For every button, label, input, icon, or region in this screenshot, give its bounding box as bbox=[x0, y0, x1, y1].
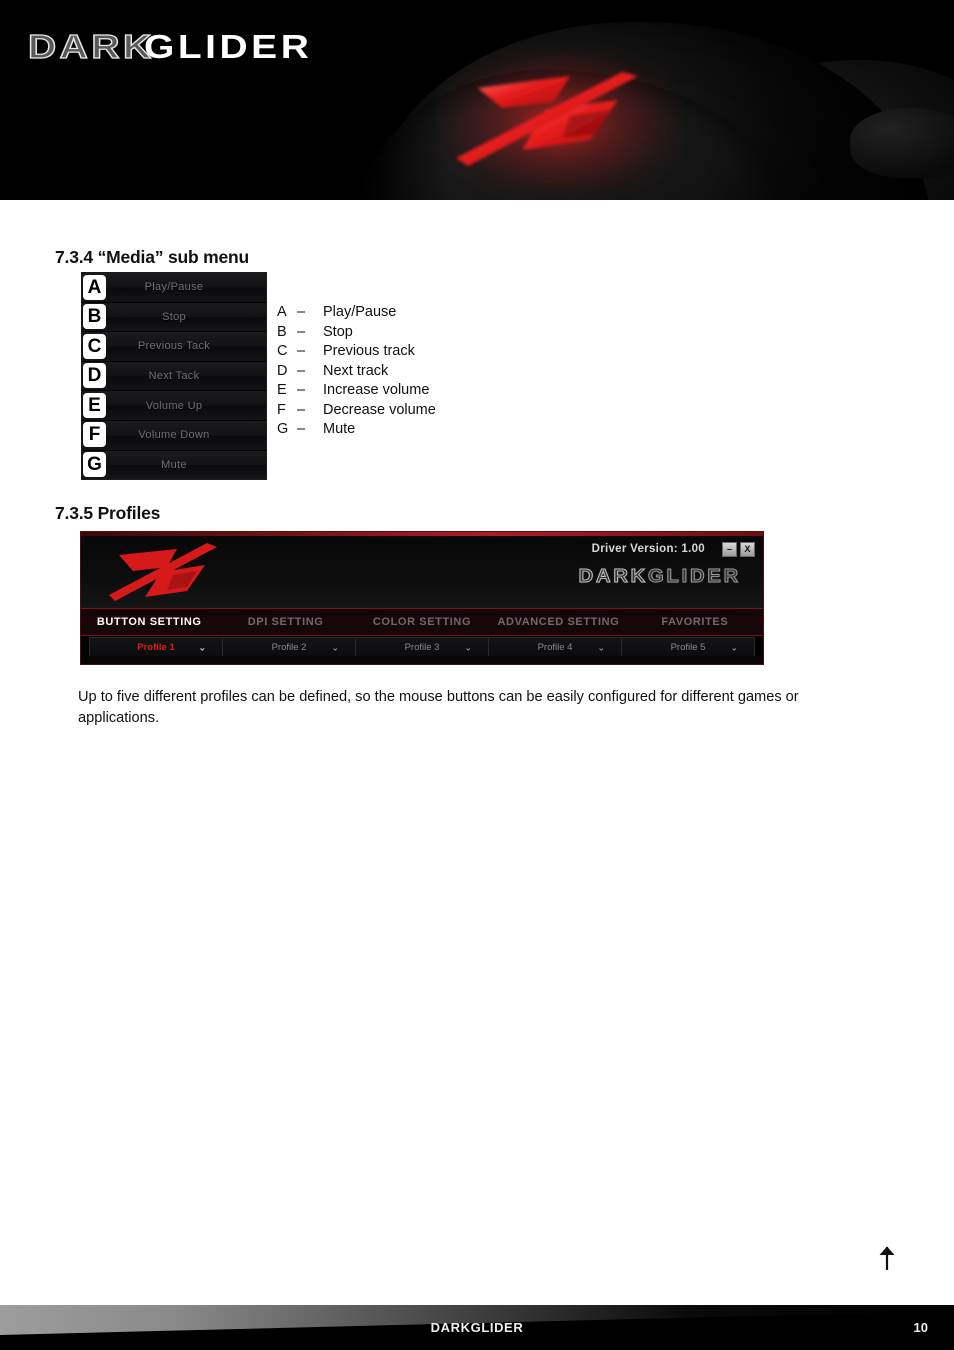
legend-item: A – Play/Pause bbox=[277, 303, 436, 323]
profile-label-1: Profile 1 bbox=[137, 642, 175, 653]
legend-item: F – Decrease volume bbox=[277, 401, 436, 421]
legend-text: Previous track bbox=[323, 343, 415, 359]
legend-dash: – bbox=[297, 323, 306, 340]
tab-dpi-setting[interactable]: DPI SETTING bbox=[217, 616, 353, 628]
legend-item: B – Stop bbox=[277, 323, 436, 343]
media-menu-item-e[interactable]: E Volume Up bbox=[82, 391, 266, 421]
window-header: Driver Version: 1.00 – X DARKGLIDER bbox=[81, 536, 763, 608]
profile-label-5: Profile 5 bbox=[670, 642, 706, 653]
media-menu-item-f[interactable]: F Volume Down bbox=[82, 420, 266, 451]
legend-letter: B bbox=[277, 323, 287, 340]
media-item-label-b: Stop bbox=[162, 310, 186, 323]
profile-selector-1[interactable]: Profile 1 ⌄ bbox=[89, 637, 222, 658]
up-arrow-icon[interactable] bbox=[876, 1245, 898, 1271]
media-item-label-a: Play/Pause bbox=[144, 281, 204, 294]
profile-selector-4[interactable]: Profile 4 ⌄ bbox=[488, 637, 621, 658]
window-tab-bar: BUTTON SETTING DPI SETTING COLOR SETTING… bbox=[81, 608, 763, 636]
media-menu-item-a[interactable]: A Play/Pause bbox=[82, 273, 266, 303]
media-menu-item-d[interactable]: D Next Tack bbox=[82, 361, 266, 392]
brand-logo-glider: GLIDER bbox=[144, 28, 313, 65]
legend-item: D – Next track bbox=[277, 362, 436, 382]
legend-dash: – bbox=[297, 421, 306, 437]
page-footer: DARKGLIDER 10 bbox=[0, 1305, 954, 1350]
legend-item: C – Previous track bbox=[277, 342, 436, 362]
window-bottom-edge bbox=[81, 656, 763, 664]
chevron-down-icon[interactable]: ⌄ bbox=[331, 642, 339, 653]
badge-label-d: D bbox=[83, 363, 106, 389]
profile-selector-bar: Profile 1 ⌄ Profile 2 ⌄ Profile 3 ⌄ Prof… bbox=[81, 637, 763, 658]
z-logo-icon bbox=[456, 72, 638, 166]
profile-label-4: Profile 4 bbox=[537, 642, 573, 653]
legend-letter: E bbox=[277, 382, 287, 398]
tab-button-setting[interactable]: BUTTON SETTING bbox=[81, 616, 217, 628]
legend-letter: C bbox=[277, 343, 288, 359]
media-submenu-mock: A Play/Pause B Stop C Previous Tack D Ne… bbox=[81, 272, 267, 481]
legend-text: Increase volume bbox=[323, 382, 430, 398]
legend-dash: – bbox=[297, 343, 306, 359]
window-brand-dark: DARK bbox=[578, 566, 649, 587]
legend-letter: D bbox=[277, 362, 288, 379]
badge-label-c: C bbox=[83, 333, 106, 359]
legend-dash: – bbox=[297, 304, 306, 320]
tab-favorites[interactable]: FAVORITES bbox=[627, 616, 763, 628]
chevron-down-icon[interactable]: ⌄ bbox=[730, 642, 738, 653]
header-banner: DARKGLIDER bbox=[0, 0, 954, 200]
media-menu-item-b[interactable]: B Stop bbox=[82, 302, 266, 333]
legend-text: Play/Pause bbox=[323, 304, 397, 320]
media-item-label-c: Previous Tack bbox=[137, 340, 211, 353]
tab-color-setting[interactable]: COLOR SETTING bbox=[354, 616, 490, 628]
media-item-label-g: Mute bbox=[161, 458, 187, 471]
brand-logo-dark: DARK bbox=[27, 27, 155, 65]
legend-dash: – bbox=[297, 362, 306, 379]
badge-label-a: A bbox=[83, 274, 106, 300]
section-heading-profiles: 7.3.5 Profiles bbox=[55, 503, 161, 523]
window-controls: – X bbox=[722, 542, 755, 557]
window-brand-glider: GLIDER bbox=[648, 566, 741, 587]
media-menu-item-g[interactable]: G Mute bbox=[82, 450, 266, 480]
mouse-side-grip bbox=[850, 108, 954, 178]
driver-version-label: Driver Version: 1.00 bbox=[591, 543, 705, 555]
chevron-down-icon[interactable]: ⌄ bbox=[198, 642, 206, 653]
legend-dash: – bbox=[297, 401, 306, 418]
profile-selector-3[interactable]: Profile 3 ⌄ bbox=[355, 637, 488, 658]
media-menu-item-c[interactable]: C Previous Tack bbox=[82, 332, 266, 362]
badge-label-f: F bbox=[83, 422, 106, 448]
media-item-label-d: Next Tack bbox=[148, 370, 200, 383]
footer-title: DARKGLIDER bbox=[430, 1320, 524, 1335]
legend-letter: F bbox=[277, 401, 286, 418]
z-logo-icon bbox=[109, 543, 217, 601]
legend-text: Mute bbox=[323, 421, 356, 437]
badge-label-b: B bbox=[83, 304, 106, 330]
window-brand-logo: DARKGLIDER bbox=[578, 566, 741, 587]
section-heading-media: 7.3.4 “Media” sub menu bbox=[55, 247, 249, 267]
profile-selector-2[interactable]: Profile 2 ⌄ bbox=[222, 637, 355, 658]
tab-advanced-setting[interactable]: ADVANCED SETTING bbox=[490, 616, 626, 628]
minimize-icon[interactable]: – bbox=[722, 542, 737, 557]
media-legend-list: A – Play/Pause B – Stop C – Previous tra… bbox=[277, 303, 436, 440]
badge-label-e: E bbox=[83, 392, 106, 418]
mouse-product-image bbox=[330, 0, 954, 200]
chevron-down-icon[interactable]: ⌄ bbox=[464, 642, 472, 653]
legend-dash: – bbox=[297, 382, 306, 398]
mouse-left-fade bbox=[330, 0, 450, 200]
legend-text: Next track bbox=[323, 362, 389, 379]
profiles-description-paragraph: Up to five different profiles can be def… bbox=[78, 688, 799, 726]
profile-selector-5[interactable]: Profile 5 ⌄ bbox=[621, 637, 755, 658]
brand-logo: DARKGLIDER bbox=[27, 27, 309, 66]
legend-text: Stop bbox=[323, 323, 353, 340]
close-icon[interactable]: X bbox=[740, 542, 755, 557]
profile-label-3: Profile 3 bbox=[404, 642, 440, 653]
profile-label-2: Profile 2 bbox=[271, 642, 307, 653]
legend-text: Decrease volume bbox=[323, 401, 436, 418]
legend-letter: G bbox=[277, 421, 289, 437]
chevron-down-icon[interactable]: ⌄ bbox=[597, 642, 605, 653]
badge-label-g: G bbox=[83, 452, 106, 478]
software-window-screenshot: Driver Version: 1.00 – X DARKGLIDER BUTT… bbox=[80, 531, 764, 665]
media-item-label-e: Volume Up bbox=[145, 399, 203, 412]
media-item-label-f: Volume Down bbox=[138, 429, 210, 442]
legend-item: E – Increase volume bbox=[277, 381, 436, 401]
legend-item: G – Mute bbox=[277, 420, 436, 440]
footer-page-number: 10 bbox=[913, 1320, 928, 1335]
legend-letter: A bbox=[277, 304, 287, 320]
